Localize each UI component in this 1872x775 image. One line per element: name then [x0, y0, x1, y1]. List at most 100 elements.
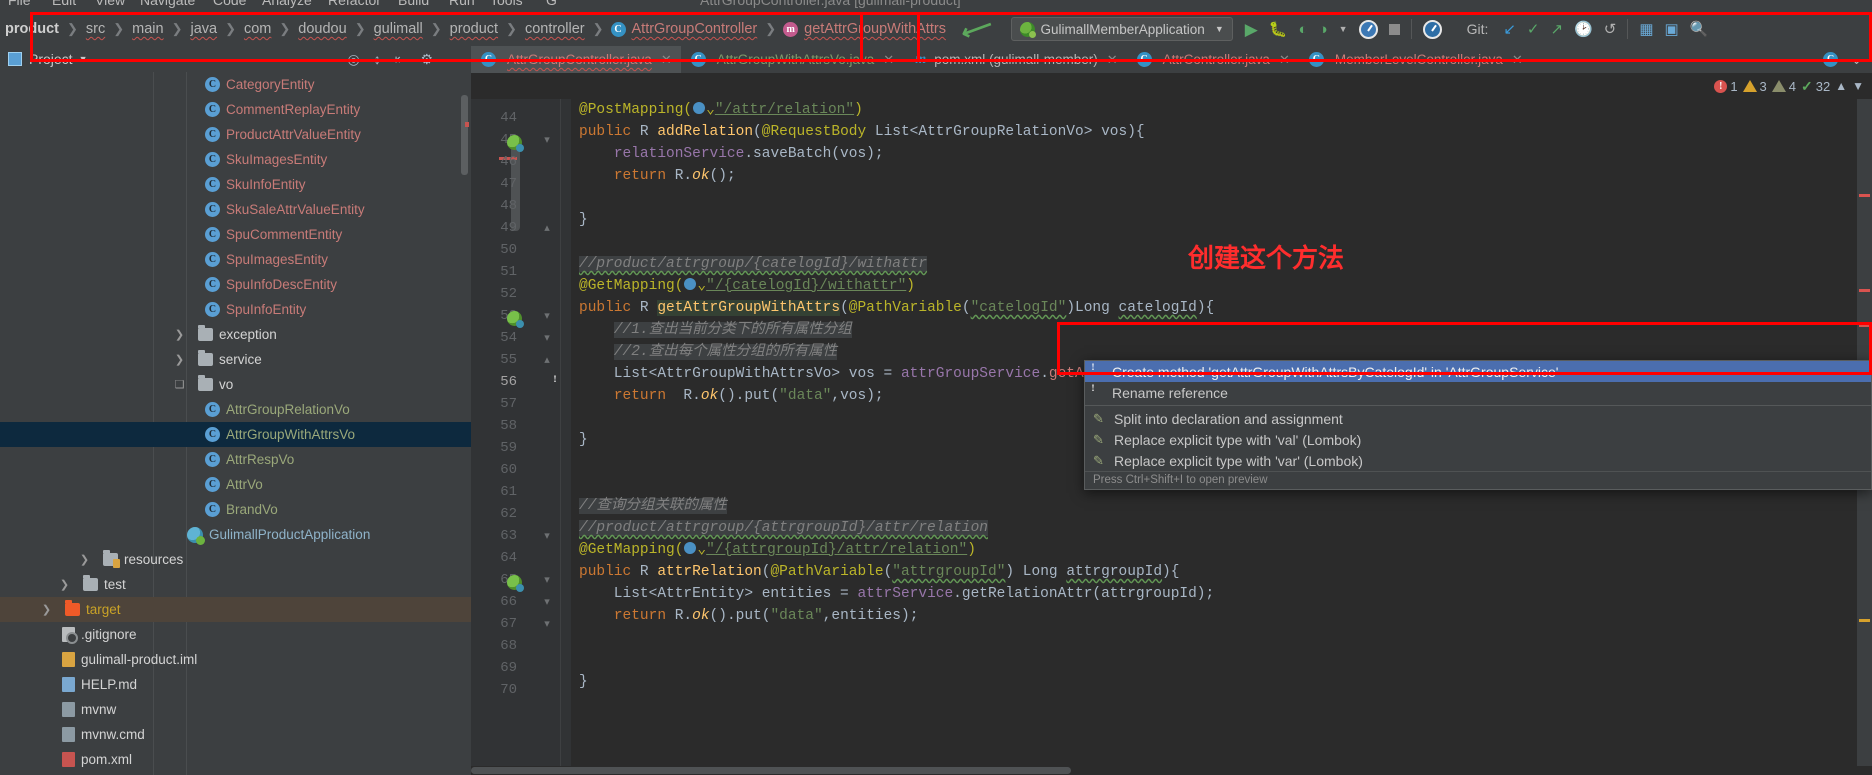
structure-icon[interactable]: ▦ — [1639, 22, 1653, 37]
inspection-passed[interactable]: ✓ 32 — [1801, 78, 1830, 95]
stripe-error-marker[interactable] — [1859, 324, 1870, 327]
menu-item-navigate[interactable]: Navigate — [140, 0, 195, 8]
chevron-right-icon[interactable]: ❯ — [173, 328, 186, 341]
tree-item-SpuImagesEntity[interactable]: C SpuImagesEntity — [0, 247, 471, 272]
close-icon[interactable]: ✕ — [1512, 52, 1523, 68]
breadcrumb-item-gulimall[interactable]: gulimall ❯ — [373, 21, 449, 37]
navigate-back-arrow-icon[interactable]: ⟵ — [957, 11, 996, 46]
collapse-all-icon[interactable]: ⇤ — [395, 51, 407, 68]
fold-open-icon[interactable]: ▾ — [541, 617, 553, 630]
stripe-error-marker[interactable] — [1859, 194, 1870, 197]
tree-item-SpuCommentEntity[interactable]: C SpuCommentEntity — [0, 222, 471, 247]
breadcrumb-item-src[interactable]: src ❯ — [85, 21, 131, 37]
search-everywhere-icon[interactable]: 🔍 — [1690, 22, 1709, 37]
tree-item-mvnw-cmd[interactable]: mvnw.cmd — [0, 722, 471, 747]
fold-open-icon[interactable]: ▾ — [541, 309, 553, 322]
chevron-right-icon[interactable]: ❯ — [40, 603, 53, 616]
fold-close-icon[interactable]: ▴ — [541, 353, 553, 366]
tree-item-pom-xml[interactable]: pom.xml — [0, 747, 471, 772]
run-with-coverage-icon[interactable]: ◐ — [1299, 22, 1308, 37]
close-icon[interactable]: ✕ — [661, 52, 672, 68]
project-tree-scrollbar[interactable] — [461, 95, 468, 175]
run-configuration-selector[interactable]: GulimallMemberApplication ▼ — [1010, 17, 1233, 41]
tree-item-AttrVo[interactable]: C AttrVo — [0, 472, 471, 497]
git-commit-icon[interactable]: ✓ — [1527, 22, 1540, 37]
menu-item-edit[interactable]: Edit — [52, 0, 76, 8]
tab-MemberLevelController[interactable]: C MemberLevelController.java ✕ — [1299, 46, 1532, 73]
chevron-right-icon[interactable]: ❯ — [58, 578, 71, 591]
debug-icon[interactable]: 🐛 — [1269, 22, 1288, 37]
intention-item-rename-reference[interactable]: Rename reference — [1085, 382, 1871, 403]
stop-icon[interactable] — [1388, 23, 1400, 35]
tab-AttrController[interactable]: C AttrController.java ✕ — [1127, 46, 1299, 73]
close-icon[interactable]: ✕ — [1279, 52, 1290, 68]
breadcrumb-item-method[interactable]: m getAttrGroupWithAttrs — [783, 21, 947, 37]
tree-item-BrandVo[interactable]: C BrandVo — [0, 497, 471, 522]
run-method-gutter-icon[interactable] — [507, 575, 524, 592]
menu-item-run[interactable]: Run — [449, 0, 475, 8]
fold-open-icon[interactable]: ▾ — [541, 331, 553, 344]
menu-item-build[interactable]: Build — [398, 0, 429, 8]
breadcrumb-item-product-module[interactable]: product ❯ — [4, 21, 85, 37]
chevron-down-icon[interactable]: ▼ — [79, 54, 88, 64]
inspection-weak-warnings[interactable]: 4 — [1771, 79, 1796, 94]
tab-AttrGroupController[interactable]: C AttrGroupController.java ✕ — [471, 46, 681, 73]
project-tree[interactable]: C CategoryEntity C CommentReplayEntity C… — [0, 72, 471, 775]
chevron-right-icon[interactable]: ❯ — [173, 353, 186, 366]
chevron-down-icon[interactable]: ▼ — [1339, 24, 1348, 34]
git-push-icon[interactable]: ↗ — [1551, 22, 1564, 37]
next-problem-icon[interactable]: ▼ — [1852, 79, 1864, 93]
tree-item-mvnw[interactable]: mvnw — [0, 697, 471, 722]
tree-item-AttrRespVo[interactable]: C AttrRespVo — [0, 447, 471, 472]
intention-item-replace-var[interactable]: ✎ Replace explicit type with 'var' (Lomb… — [1085, 450, 1871, 471]
inspection-widget[interactable]: ! 1 3 4 ✓ 32 ▲ ▼ — [471, 73, 1872, 99]
settings-gear-icon[interactable]: ⚙ — [420, 51, 433, 68]
quick-fix-bulb-icon[interactable] — [555, 375, 568, 391]
intention-item-split-declaration[interactable]: ✎ Split into declaration and assignment — [1085, 408, 1871, 429]
stripe-error-marker[interactable] — [1859, 289, 1870, 292]
close-icon[interactable]: ✕ — [1107, 52, 1118, 68]
fold-open-icon[interactable]: ▾ — [541, 133, 553, 146]
run-method-gutter-icon[interactable] — [507, 311, 524, 328]
fold-close-icon[interactable]: ▴ — [541, 221, 553, 234]
breadcrumb-item-class[interactable]: C AttrGroupController ❯ — [610, 21, 784, 37]
close-icon[interactable]: ✕ — [883, 52, 894, 68]
editor-horizontal-scrollbar[interactable] — [471, 766, 1872, 775]
expand-all-icon[interactable]: ↕ — [374, 51, 381, 68]
tree-item-SkuImagesEntity[interactable]: C SkuImagesEntity — [0, 147, 471, 172]
update-project-icon[interactable] — [1422, 19, 1442, 39]
tree-item-gitignore[interactable]: .gitignore — [0, 622, 471, 647]
git-revert-icon[interactable]: ↺ — [1604, 22, 1617, 37]
profile-icon[interactable]: ◑ — [1319, 22, 1328, 37]
fold-open-icon[interactable]: ▾ — [541, 573, 553, 586]
breadcrumb-item-main[interactable]: main ❯ — [131, 21, 189, 37]
inspection-warnings[interactable]: 3 — [1742, 79, 1767, 94]
fold-open-icon[interactable]: ▾ — [541, 595, 553, 608]
tab-AttrGroupWithAttrsVo[interactable]: C AttrGroupWithAttrsVo.java ✕ — [681, 46, 903, 73]
menu-item-view[interactable]: View — [95, 0, 125, 8]
tree-item-GulimallProductApplication[interactable]: GulimallProductApplication — [0, 522, 471, 547]
menu-item-refactor[interactable]: Refactor — [328, 0, 381, 8]
inspection-errors[interactable]: ! 1 — [1714, 79, 1738, 94]
chevron-down-icon[interactable]: ❑ — [173, 378, 186, 391]
tree-item-service[interactable]: ❯ service — [0, 347, 471, 372]
breadcrumb-item-controller[interactable]: controller ❯ — [524, 21, 611, 37]
hide-panel-icon[interactable]: — — [447, 51, 461, 68]
tree-item-iml[interactable]: gulimall-product.iml — [0, 647, 471, 672]
breadcrumb-item-java[interactable]: java ❯ — [189, 21, 243, 37]
git-history-icon[interactable]: 🕑 — [1574, 22, 1593, 37]
menu-item-analyze[interactable]: Analyze — [262, 0, 312, 8]
tree-item-SkuSaleAttrValueEntity[interactable]: C SkuSaleAttrValueEntity — [0, 197, 471, 222]
git-update-icon[interactable]: ↙ — [1503, 22, 1516, 37]
run-icon[interactable]: ▶ — [1245, 21, 1258, 38]
locate-icon[interactable]: ◎ — [347, 51, 359, 68]
attach-debugger-icon[interactable] — [1358, 19, 1378, 39]
tree-item-test[interactable]: ❯ test — [0, 572, 471, 597]
tree-item-SkuInfoEntity[interactable]: C SkuInfoEntity — [0, 172, 471, 197]
tree-item-CommentReplayEntity[interactable]: C CommentReplayEntity — [0, 97, 471, 122]
tree-item-AttrGroupRelationVo[interactable]: C AttrGroupRelationVo — [0, 397, 471, 422]
terminal-icon[interactable]: ▣ — [1665, 22, 1679, 37]
breadcrumb-item-product-pkg[interactable]: product ❯ — [449, 21, 524, 37]
intention-item-replace-val[interactable]: ✎ Replace explicit type with 'val' (Lomb… — [1085, 429, 1871, 450]
tree-item-help-md[interactable]: HELP.md — [0, 672, 471, 697]
